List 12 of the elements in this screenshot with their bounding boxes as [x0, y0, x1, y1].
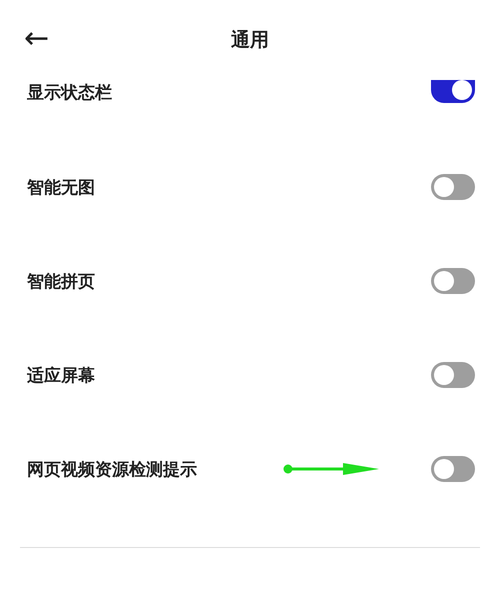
- toggle-switch[interactable]: [431, 268, 475, 294]
- back-button[interactable]: ←: [24, 22, 50, 56]
- toggle-switch[interactable]: [431, 456, 475, 482]
- toggle-switch[interactable]: [431, 80, 475, 103]
- setting-label: 智能无图: [27, 176, 95, 198]
- setting-label: 显示状态栏: [27, 82, 112, 104]
- setting-label: 智能拼页: [27, 270, 95, 292]
- setting-label: 网页视频资源检测提示: [27, 458, 197, 480]
- toggle-switch[interactable]: [431, 362, 475, 388]
- page-title: 通用: [231, 28, 269, 53]
- setting-label: 适应屏幕: [27, 364, 95, 386]
- toggle-switch[interactable]: [431, 174, 475, 200]
